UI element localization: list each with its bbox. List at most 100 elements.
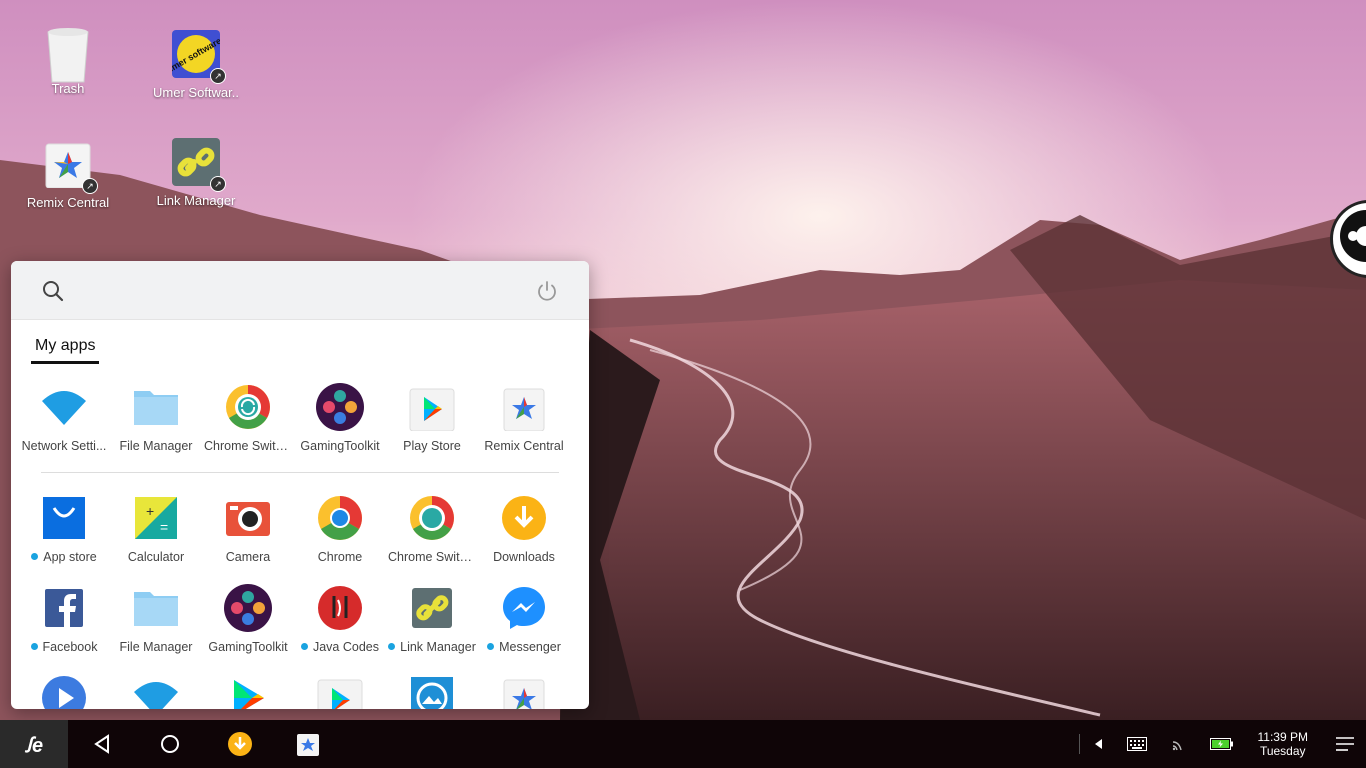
app-chrome-switcher[interactable]: Chrome Switc... <box>202 383 294 473</box>
all-apps-grid: App store + = Calculator Camera Chrome Ch… <box>11 494 589 709</box>
caret-left-icon <box>1095 739 1102 749</box>
desktop-icon-label: Umer Softwar.. <box>153 85 239 100</box>
desktop-icon-trash[interactable]: Trash <box>8 26 128 96</box>
desktop-icon-remix-central[interactable]: ↗ Remix Central <box>8 140 128 210</box>
app-label: Play Store <box>403 439 461 453</box>
shortcut-arrow-icon: ↗ <box>82 178 98 194</box>
taskbar-app-downloads[interactable] <box>224 720 256 768</box>
app-downloads[interactable]: Downloads <box>478 494 570 584</box>
clock[interactable]: 11:39 PM Tuesday <box>1258 730 1308 758</box>
taskbar-app-remix-central[interactable] <box>292 720 324 768</box>
tab-my-apps[interactable]: My apps <box>31 337 100 364</box>
svg-text:+: + <box>146 503 154 519</box>
chrome-switch-icon <box>224 383 272 431</box>
app-messenger[interactable]: Messenger <box>478 584 570 674</box>
tray-divider <box>1079 734 1080 754</box>
app-label: Chrome <box>317 550 363 564</box>
app-label: Downloads <box>493 550 555 564</box>
messenger-icon <box>500 584 548 632</box>
desktop-icon-label: Remix Central <box>26 195 110 210</box>
power-icon[interactable] <box>535 279 559 303</box>
app-label: GamingToolkit <box>208 640 288 654</box>
app-media-player[interactable] <box>18 674 110 709</box>
app-label: Facebook <box>18 640 110 654</box>
home-button[interactable] <box>154 720 186 768</box>
remix-central-icon: ↗ <box>44 140 98 194</box>
desktop-icon-label: Link Manager <box>156 193 236 208</box>
app-label: Calculator <box>127 550 185 564</box>
tray-expand-button[interactable] <box>1090 720 1108 768</box>
app-gaming-toolkit[interactable]: GamingToolkit <box>294 383 386 473</box>
folder-icon <box>132 383 180 431</box>
app-link-manager[interactable]: Link Manager <box>386 584 478 674</box>
menu-divider <box>41 472 559 473</box>
app-gallery[interactable] <box>386 674 478 709</box>
wifi-icon <box>132 674 180 709</box>
app-network-settings[interactable]: Network Setti... <box>18 383 110 473</box>
wifi-icon <box>40 383 88 431</box>
clock-day: Tuesday <box>1259 744 1306 758</box>
new-app-dot <box>300 643 308 650</box>
app-remix-central-2[interactable] <box>478 674 570 709</box>
app-label: Link Manager <box>386 640 478 654</box>
play-store-icon <box>316 674 364 709</box>
menu-lines-icon <box>1336 737 1354 751</box>
app-file-manager-2[interactable]: File Manager <box>110 584 202 674</box>
floating-toolbox-button[interactable] <box>1330 200 1366 278</box>
app-label: File Manager <box>119 640 193 654</box>
app-play-store-2[interactable] <box>202 674 294 709</box>
new-app-dot <box>30 643 38 650</box>
gallery-icon <box>408 674 456 709</box>
new-app-dot <box>31 553 39 560</box>
keyboard-icon <box>1127 737 1147 751</box>
app-label: Java Codes <box>294 640 386 654</box>
downloads-icon <box>500 494 548 542</box>
app-network-settings-2[interactable] <box>110 674 202 709</box>
start-menu: My apps Network Setti... File Manager Ch… <box>11 261 589 709</box>
app-facebook[interactable]: Facebook <box>18 584 110 674</box>
new-app-dot <box>487 643 495 650</box>
desktop-icon-link-manager[interactable]: ↗ Link Manager <box>136 138 256 208</box>
keyboard-button[interactable] <box>1124 720 1150 768</box>
app-label: Chrome Switc... <box>388 550 477 564</box>
home-circle-icon <box>161 735 179 753</box>
gaming-toolkit-icon <box>316 383 364 431</box>
remix-central-icon <box>500 674 548 709</box>
app-label: Remix Central <box>484 439 564 453</box>
start-button[interactable]: ꭍe <box>0 720 68 768</box>
app-play-store-3[interactable] <box>294 674 386 709</box>
app-label: Network Setti... <box>21 439 107 453</box>
app-java-codes[interactable]: Java Codes <box>294 584 386 674</box>
app-remix-central[interactable]: Remix Central <box>478 383 570 473</box>
app-chrome-switcher-2[interactable]: Chrome Switc... <box>386 494 478 584</box>
chrome-icon <box>316 494 364 542</box>
app-calculator[interactable]: + = Calculator <box>110 494 202 584</box>
battery-charging-icon <box>1210 738 1233 750</box>
umer-software-icon: umer softwares ↗ <box>165 30 227 84</box>
app-app-store[interactable]: App store <box>18 494 110 584</box>
remix-central-icon <box>500 383 548 432</box>
network-status[interactable] <box>1168 720 1190 768</box>
media-player-icon <box>40 674 88 709</box>
desktop-icon-umer-software[interactable]: umer softwares ↗ Umer Softwar.. <box>136 30 256 100</box>
link-manager-icon: ↗ <box>172 138 226 192</box>
app-camera[interactable]: Camera <box>202 494 294 584</box>
app-file-manager[interactable]: File Manager <box>110 383 202 473</box>
app-play-store[interactable]: Play Store <box>386 383 478 473</box>
app-gaming-toolkit-2[interactable]: GamingToolkit <box>202 584 294 674</box>
start-search-bar[interactable] <box>11 261 589 320</box>
back-button[interactable] <box>86 720 118 768</box>
battery-status[interactable] <box>1208 720 1236 768</box>
app-label: App store <box>18 550 110 564</box>
svg-text:=: = <box>160 519 168 535</box>
app-label: GamingToolkit <box>300 439 380 453</box>
notifications-button[interactable] <box>1334 720 1356 768</box>
search-icon[interactable] <box>41 279 65 303</box>
app-store-icon <box>40 494 88 542</box>
ethernet-signal-icon <box>1172 741 1182 751</box>
taskbar: ꭍe 11:39 PM Tuesday <box>0 720 1366 768</box>
play-store-icon <box>408 383 456 432</box>
app-chrome[interactable]: Chrome <box>294 494 386 584</box>
folder-icon <box>132 584 180 632</box>
app-label: Messenger <box>478 640 570 654</box>
